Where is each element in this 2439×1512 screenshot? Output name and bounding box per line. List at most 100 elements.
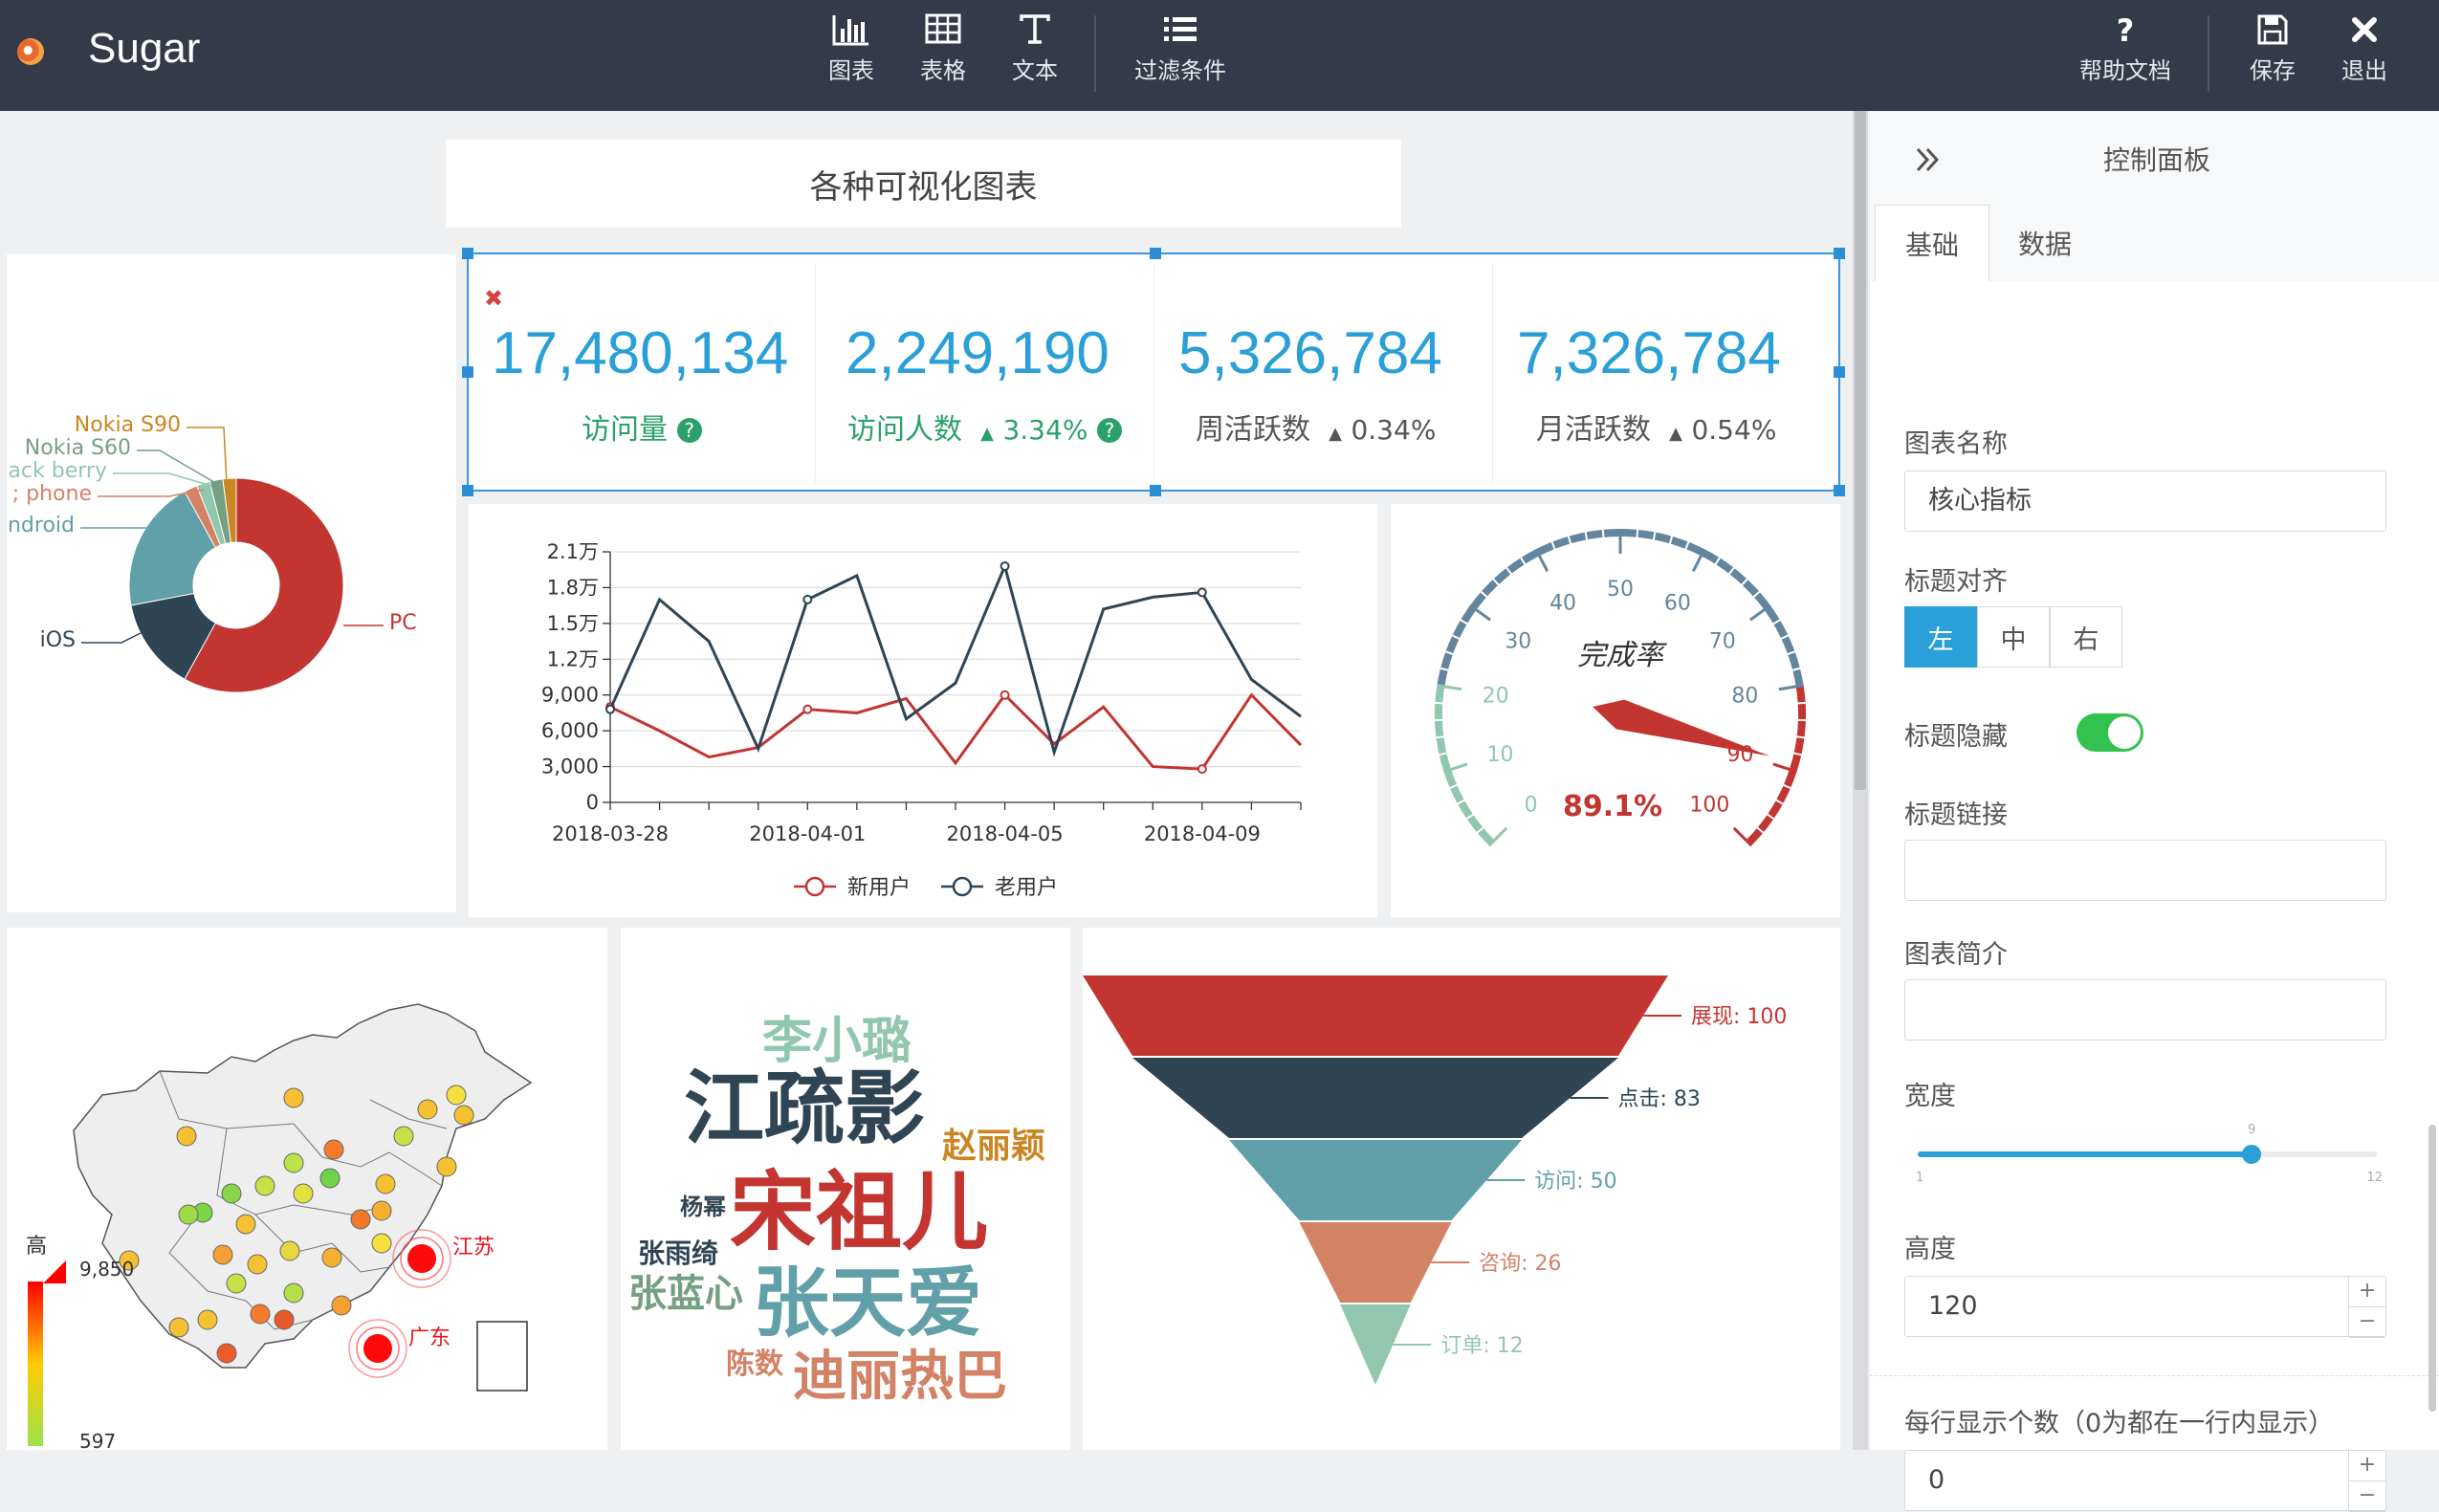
remove-icon[interactable]: ✖ — [484, 285, 503, 312]
x-tick-label: 2018-04-09 — [1144, 822, 1261, 845]
cloud-word: 赵丽颖 — [942, 1127, 1045, 1166]
dashboard-title[interactable]: 各种可视化图表 — [446, 140, 1401, 228]
kpi-card[interactable]: ✖ 17,480,134 访问量 ? 2,249,190 访问人数 ▲ 3.34… — [462, 248, 1845, 496]
hot-city-marker — [363, 1334, 392, 1363]
chart-tool-label: 图表 — [828, 57, 874, 84]
minus-icon: − — [2349, 1481, 2385, 1512]
funnel-label: 展现: 100 — [1691, 1005, 1787, 1029]
cloud-word: 杨幂 — [680, 1194, 726, 1220]
tab-basic[interactable]: 基础 — [1875, 205, 1989, 283]
title-link-label: 标题链接 — [1904, 800, 2008, 830]
gauge-needle — [1593, 699, 1770, 756]
funnel-label: 订单: 12 — [1440, 1334, 1523, 1358]
visualmap-min: 597 — [79, 1430, 116, 1450]
x-tick-label: 2018-04-05 — [947, 822, 1064, 845]
help-docs-button[interactable]: ? 帮助文档 — [2077, 13, 2173, 85]
help-docs-label: 帮助文档 — [2079, 57, 2171, 84]
resize-handle[interactable] — [1834, 248, 1845, 259]
panel-scrollbar[interactable] — [2428, 1125, 2436, 1412]
kpi-label: 月活跃数 ▲ 0.54% — [1536, 413, 1777, 447]
align-center-option[interactable]: 中 — [1977, 606, 2050, 668]
city-marker — [319, 1168, 341, 1189]
chart-desc-input[interactable] — [1904, 979, 2386, 1041]
resize-handle[interactable] — [462, 248, 473, 259]
chart-name-input[interactable]: 核心指标 — [1904, 471, 2386, 532]
city-marker — [323, 1139, 344, 1160]
list-icon — [1164, 17, 1197, 41]
align-left-option[interactable]: 左 — [1904, 606, 1977, 668]
gauge-tick — [1732, 826, 1753, 847]
height-input[interactable]: 120 + − — [1904, 1276, 2386, 1338]
city-marker — [393, 1126, 414, 1147]
help-circle-icon: ? — [676, 418, 702, 443]
gauge-value: 89.1% — [1563, 790, 1662, 823]
y-tick-label: 9,000 — [541, 684, 599, 707]
gauge-card[interactable]: 0 10 20 30 40 50 60 70 80 90 100 完成率 89.1% — [1391, 504, 1840, 917]
gauge-tick-label: 60 — [1664, 591, 1691, 615]
resize-handle[interactable] — [1834, 485, 1845, 496]
visualmap-high-label: 高 — [26, 1235, 47, 1259]
slider-fill — [1918, 1151, 2252, 1157]
dashboard-title-text: 各种可视化图表 — [809, 167, 1038, 207]
city-marker — [350, 1209, 371, 1230]
chart-desc-label: 图表简介 — [1904, 940, 2008, 970]
legend-label: 新用户 — [847, 876, 911, 900]
collapse-chevron-icon[interactable] — [1914, 145, 1943, 174]
kpi-value: 2,249,190 — [846, 320, 1110, 386]
tab-data[interactable]: 数据 — [1989, 205, 2101, 281]
slider-handle[interactable] — [2242, 1145, 2262, 1164]
title-align-segmented: 左 中 右 — [1904, 606, 2126, 668]
resize-handle[interactable] — [1834, 366, 1845, 378]
hot-city-marker — [407, 1244, 436, 1273]
gauge-tick-label: 50 — [1607, 578, 1634, 602]
slider-value: 9 — [2248, 1123, 2256, 1137]
save-button[interactable]: 保存 — [2246, 13, 2299, 85]
resize-handle[interactable] — [1150, 485, 1161, 496]
line-chart-card[interactable]: 0 3,000 6,000 9,000 1.2万 1.5万 1.8万 2.1万 2018-03-… — [469, 504, 1377, 917]
funnel-label: 访问: 50 — [1534, 1170, 1616, 1194]
plus-icon: + — [2349, 1451, 2385, 1481]
filter-tool-label: 过滤条件 — [1134, 57, 1226, 84]
exit-button[interactable]: 退出 — [2338, 13, 2391, 85]
city-marker — [283, 1282, 304, 1304]
table-tool-label: 表格 — [920, 57, 966, 84]
height-stepper[interactable]: + − — [2348, 1277, 2385, 1338]
resize-handle[interactable] — [1150, 248, 1161, 259]
title-link-input[interactable] — [1904, 840, 2386, 901]
chart-tool-button[interactable]: 图表 — [824, 13, 878, 85]
visualmap-bar — [28, 1282, 43, 1446]
y-tick-label: 1.8万 — [547, 576, 599, 599]
cloud-word: 张雨绮 — [638, 1238, 718, 1269]
kpi-value: 17,480,134 — [492, 320, 789, 386]
resize-handle[interactable] — [462, 485, 473, 496]
kpi-label: 周活跃数 ▲ 0.34% — [1196, 413, 1437, 447]
map-card[interactable]: 江苏 广东 高 9,850 597 — [7, 928, 607, 1450]
wordcloud-card[interactable]: 李小璐 江疏影 赵丽颖 杨幂 宋祖儿 张雨绮 张蓝心 张天爱 陈数 迪丽热巴 — [621, 928, 1070, 1450]
data-point — [1000, 690, 1010, 700]
filter-tool-button[interactable]: 过滤条件 — [1132, 13, 1228, 85]
canvas-scrollbar-thumb[interactable] — [1855, 111, 1866, 790]
text-icon — [1020, 14, 1050, 44]
per-row-input[interactable]: 0 + − — [1904, 1450, 2386, 1512]
y-tick-label: 1.5万 — [547, 612, 599, 635]
cloud-word: 宋祖儿 — [730, 1162, 988, 1262]
title-hidden-toggle[interactable] — [2076, 713, 2143, 752]
funnel-label: 咨询: 26 — [1479, 1252, 1561, 1276]
cloud-word: 张蓝心 — [628, 1272, 743, 1316]
table-icon — [925, 13, 961, 44]
per-row-stepper[interactable]: + − — [2348, 1451, 2385, 1512]
help-circle-icon: ? — [1096, 418, 1122, 443]
kpi-label: 访问量 ? — [582, 405, 702, 448]
pie-chart-card[interactable]: Nokia S90 Nokia S60 ack berry; phone ndroid… — [7, 254, 456, 912]
table-tool-button[interactable]: 表格 — [916, 13, 970, 85]
resize-handle[interactable] — [462, 366, 473, 378]
align-right-option[interactable]: 右 — [2050, 606, 2122, 668]
city-marker — [212, 1244, 233, 1265]
donut-chart: Nokia S90Nokia S60ack berry; phone ndroid… — [8, 413, 417, 693]
gauge-tick — [1435, 718, 1451, 722]
toolbar-divider — [2208, 15, 2209, 92]
minus-icon: − — [2349, 1307, 2385, 1338]
funnel-card[interactable]: 展现: 100 点击: 83 访问: 50 咨询: 26 订单: 12 — [1083, 928, 1840, 1450]
width-slider[interactable]: 9 1 12 — [1916, 1123, 2383, 1190]
text-tool-button[interactable]: 文本 — [1008, 13, 1062, 85]
